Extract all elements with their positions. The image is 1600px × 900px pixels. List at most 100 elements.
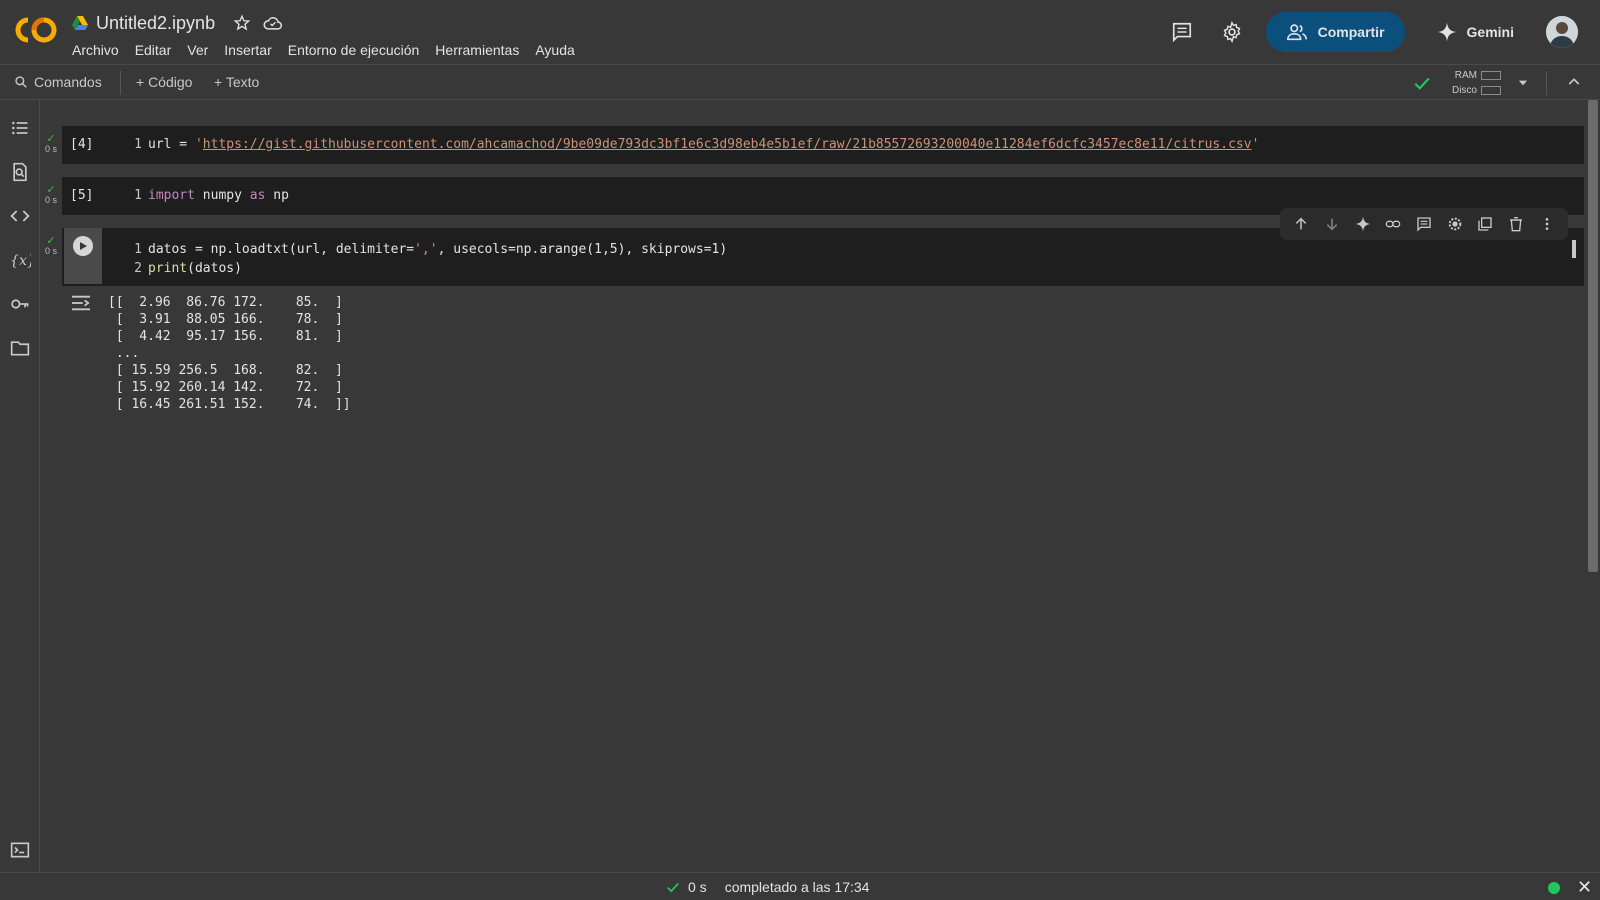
trash-icon — [1509, 217, 1522, 232]
add-code-button[interactable]: + Código — [136, 74, 192, 90]
arrow-up-icon — [1296, 217, 1307, 230]
execution-status[interactable]: 0 s completado a las 17:34 — [666, 879, 869, 895]
code-string: ',' — [414, 242, 438, 257]
key-icon — [11, 299, 29, 309]
colab-logo[interactable] — [14, 16, 58, 44]
menu-bar: Archivo Editar Ver Insertar Entorno de e… — [72, 42, 575, 58]
add-text-button[interactable]: + Texto — [214, 74, 259, 90]
ram-label: RAM — [1454, 70, 1477, 81]
cell-2-exec-count: [5] — [70, 188, 94, 203]
move-down-button[interactable] — [1322, 214, 1342, 234]
commands-button[interactable]: Comandos — [14, 74, 102, 90]
close-icon[interactable]: ✕ — [1577, 877, 1592, 898]
code-snippets-button[interactable] — [8, 204, 32, 228]
code-text: url = — [148, 137, 195, 152]
gemini-button[interactable]: Gemini — [1423, 22, 1528, 42]
copy-tab-icon — [1478, 217, 1492, 231]
menu-archivo[interactable]: Archivo — [72, 42, 119, 58]
connected-check-icon — [1414, 77, 1430, 90]
line-number: 2 — [134, 261, 142, 276]
cell-3-time: 0 s — [44, 246, 57, 256]
comments-button[interactable] — [1166, 16, 1198, 48]
line-number: 1 — [134, 188, 142, 203]
check-icon: ✓ — [46, 133, 56, 145]
gear-icon — [1448, 217, 1461, 231]
find-replace-button[interactable] — [8, 160, 32, 184]
disk-bar — [1481, 85, 1501, 95]
share-button[interactable]: Compartir — [1265, 12, 1405, 52]
code-url-link[interactable]: https://gist.githubusercontent.com/ahcam… — [203, 137, 1252, 152]
menu-entorno-ejecucion[interactable]: Entorno de ejecución — [288, 42, 420, 58]
status-bar: 0 s completado a las 17:34 ✕ — [0, 872, 1600, 900]
code-string-quote-end: ' — [1251, 137, 1260, 152]
toolbar-divider — [120, 71, 121, 95]
cell-3-status: ✓ 0 s — [44, 236, 58, 257]
add-text-label: + Texto — [214, 74, 260, 90]
variables-button[interactable]: {x} — [8, 248, 32, 272]
elapsed-time: 0 s — [688, 879, 707, 895]
title-row: Untitled2.ipynb — [72, 12, 283, 34]
run-cell-button[interactable] — [64, 228, 102, 284]
settings-button[interactable] — [1216, 16, 1248, 48]
menu-insertar[interactable]: Insertar — [224, 42, 271, 58]
code-text: numpy — [194, 188, 250, 203]
commands-label: Comandos — [34, 74, 102, 90]
gear-icon — [1223, 21, 1241, 43]
line-number: 1 — [134, 137, 142, 152]
keyword-import: import — [148, 188, 195, 203]
secrets-button[interactable] — [8, 292, 32, 316]
vertical-scrollbar[interactable] — [1588, 100, 1598, 572]
search-icon — [15, 76, 27, 88]
dropdown-icon[interactable] — [1516, 76, 1530, 90]
cell-settings-button[interactable] — [1445, 214, 1465, 234]
menu-herramientas[interactable]: Herramientas — [435, 42, 519, 58]
drive-icon — [72, 16, 88, 30]
delete-cell-button[interactable] — [1506, 214, 1526, 234]
terminal-button[interactable] — [8, 838, 32, 862]
terminal-icon — [10, 842, 30, 858]
star-icon[interactable] — [233, 14, 251, 32]
code-text: , usecols=np.arange(1,5), skiprows=1) — [437, 242, 728, 257]
top-right-actions: Compartir Gemini — [1166, 12, 1578, 52]
find-document-icon — [13, 162, 27, 182]
resources-indicator[interactable]: RAM Disco — [1440, 68, 1501, 98]
mirror-cell-button[interactable] — [1475, 214, 1495, 234]
cloud-icon[interactable] — [263, 14, 283, 32]
toc-button[interactable] — [8, 116, 32, 140]
add-code-label: + Código — [136, 74, 193, 90]
share-label: Compartir — [1317, 24, 1385, 40]
gemini-cell-button[interactable] — [1353, 214, 1373, 234]
link-button[interactable] — [1383, 214, 1403, 234]
cell-toolbar — [1280, 208, 1568, 240]
comment-cell-button[interactable] — [1414, 214, 1434, 234]
code-cell-1[interactable]: [4] 1 url = 'https://gist.githubuserconte… — [62, 126, 1584, 164]
output-collapse-icon[interactable] — [70, 294, 92, 312]
menu-ayuda[interactable]: Ayuda — [535, 42, 574, 58]
cell-1-code[interactable]: 1 url = 'https://gist.githubusercontent.c… — [128, 137, 1259, 152]
more-options-button[interactable] — [1537, 214, 1557, 234]
cell-2-code[interactable]: 1 import numpy as np — [128, 188, 289, 203]
menu-ver[interactable]: Ver — [187, 42, 208, 58]
cell-2-status: ✓ 0 s — [44, 184, 58, 206]
move-up-button[interactable] — [1291, 214, 1311, 234]
code-text-end: np — [265, 188, 289, 203]
comment-icon — [1172, 22, 1191, 43]
files-button[interactable] — [8, 336, 32, 360]
notebook-toolbar: Comandos + Código + Texto RAM Disco — [0, 64, 1600, 100]
menu-editar[interactable]: Editar — [135, 42, 172, 58]
chevron-up-icon[interactable] — [1566, 74, 1582, 90]
avatar[interactable] — [1546, 16, 1578, 48]
check-icon: ✓ — [46, 184, 56, 196]
notebook-title[interactable]: Untitled2.ipynb — [96, 13, 215, 34]
cell-3-output: [[ 2.96 86.76 172. 85. ] [ 3.91 88.05 16… — [62, 286, 1584, 424]
arrow-down-icon — [1326, 218, 1338, 231]
variables-icon: {x} — [10, 253, 31, 269]
toolbar-divider-right — [1546, 71, 1547, 95]
cell-2-time: 0 s — [44, 195, 57, 205]
play-icon — [73, 236, 93, 256]
cell-3-code[interactable]: 1 datos = np.loadtxt(url, delimiter=',', … — [128, 240, 727, 278]
status-message: completado a las 17:34 — [724, 879, 870, 895]
disk-label: Disco — [1451, 85, 1477, 96]
cell-1-status: ✓ 0 s — [44, 133, 58, 155]
text-cursor — [1572, 240, 1576, 258]
